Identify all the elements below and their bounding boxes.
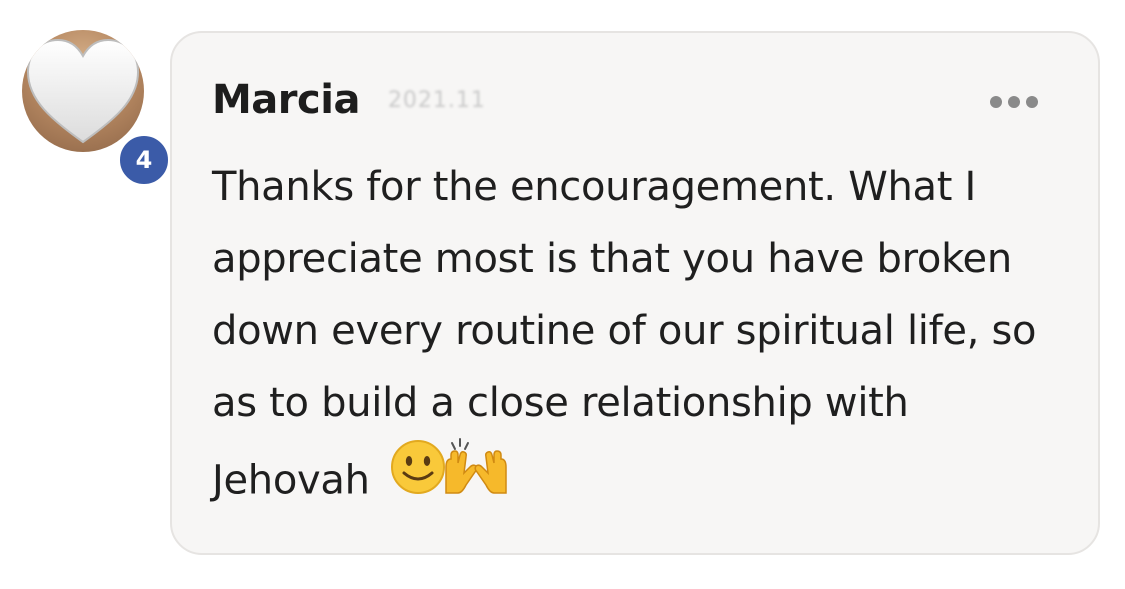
emoji-icons	[391, 438, 507, 494]
slightly-smiling-face-icon	[391, 440, 446, 494]
comment-bubble: Marcia 2021.11 Thanks for the encouragem…	[170, 31, 1100, 555]
raising-hands-icon	[445, 438, 507, 494]
author-name[interactable]: Marcia	[212, 77, 360, 123]
comment-text-container: Thanks for the encouragement. What I app…	[212, 151, 1072, 526]
heart-icon	[26, 38, 140, 144]
avatar-wrapper[interactable]: 4	[22, 30, 172, 188]
emoji-group	[388, 433, 510, 520]
more-horizontal-icon	[990, 96, 1002, 108]
avatar-count-badge: 4	[116, 132, 172, 188]
more-horizontal-icon	[1026, 96, 1038, 108]
timestamp: 2021.11	[387, 87, 486, 113]
comment-item: 4 Marcia 2021.11 Thanks for the encourag…	[0, 0, 1125, 589]
avatar[interactable]	[22, 30, 144, 152]
comment-text: Thanks for the encouragement. What I app…	[212, 164, 1037, 504]
comment-header: Marcia 2021.11	[212, 77, 486, 123]
more-options-button[interactable]	[990, 95, 1038, 109]
more-horizontal-icon	[1008, 96, 1020, 108]
